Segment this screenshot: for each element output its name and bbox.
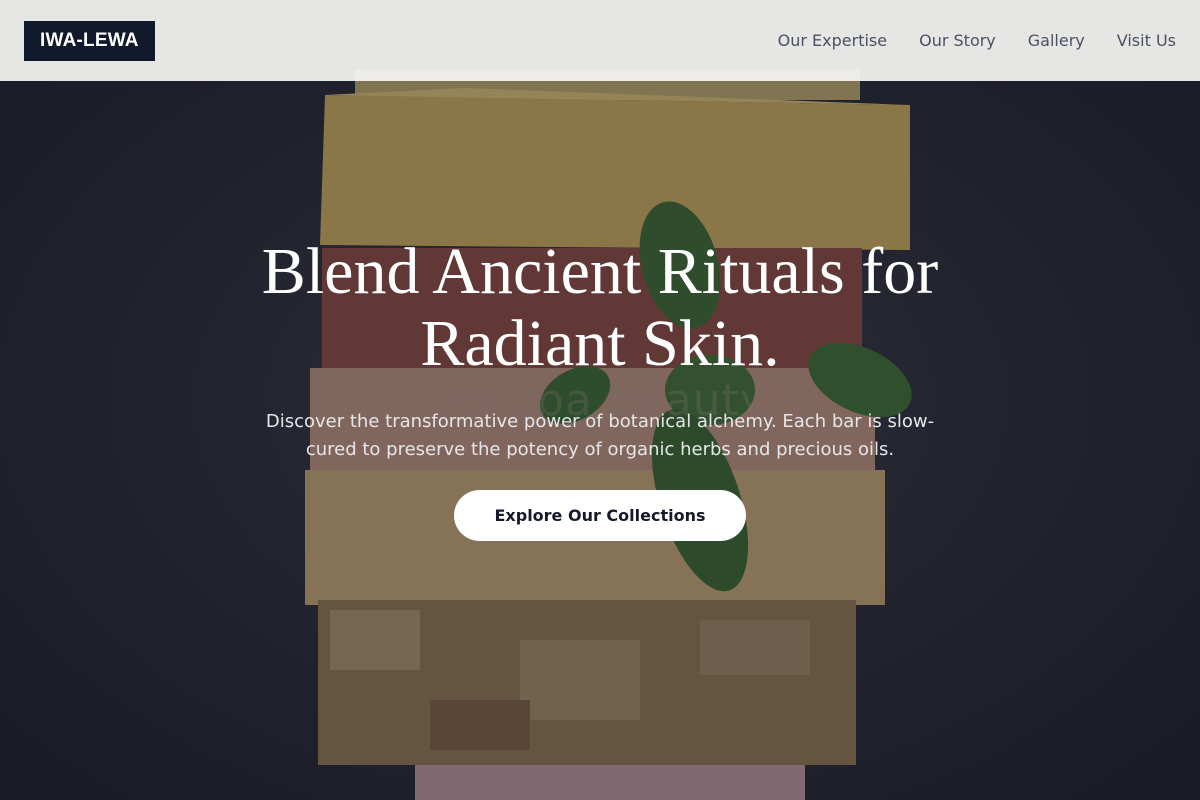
- explore-collections-button[interactable]: Explore Our Collections: [454, 490, 746, 541]
- site-header: IWA-LEWA Our Expertise Our Story Gallery…: [0, 0, 1200, 81]
- hero-subtitle: Discover the transformative power of bot…: [265, 411, 935, 460]
- nav-link-visit-us[interactable]: Visit Us: [1117, 31, 1176, 50]
- logo[interactable]: IWA-LEWA: [24, 20, 155, 61]
- nav-link-gallery[interactable]: Gallery: [1028, 31, 1085, 50]
- nav-link-our-story[interactable]: Our Story: [919, 31, 996, 50]
- nav-link-our-expertise[interactable]: Our Expertise: [778, 31, 887, 50]
- main-nav: Our Expertise Our Story Gallery Visit Us: [778, 31, 1176, 50]
- hero-section: Blend Ancient Rituals for Radiant Skin. …: [0, 236, 1200, 541]
- hero-title: Blend Ancient Rituals for Radiant Skin.: [261, 235, 939, 380]
